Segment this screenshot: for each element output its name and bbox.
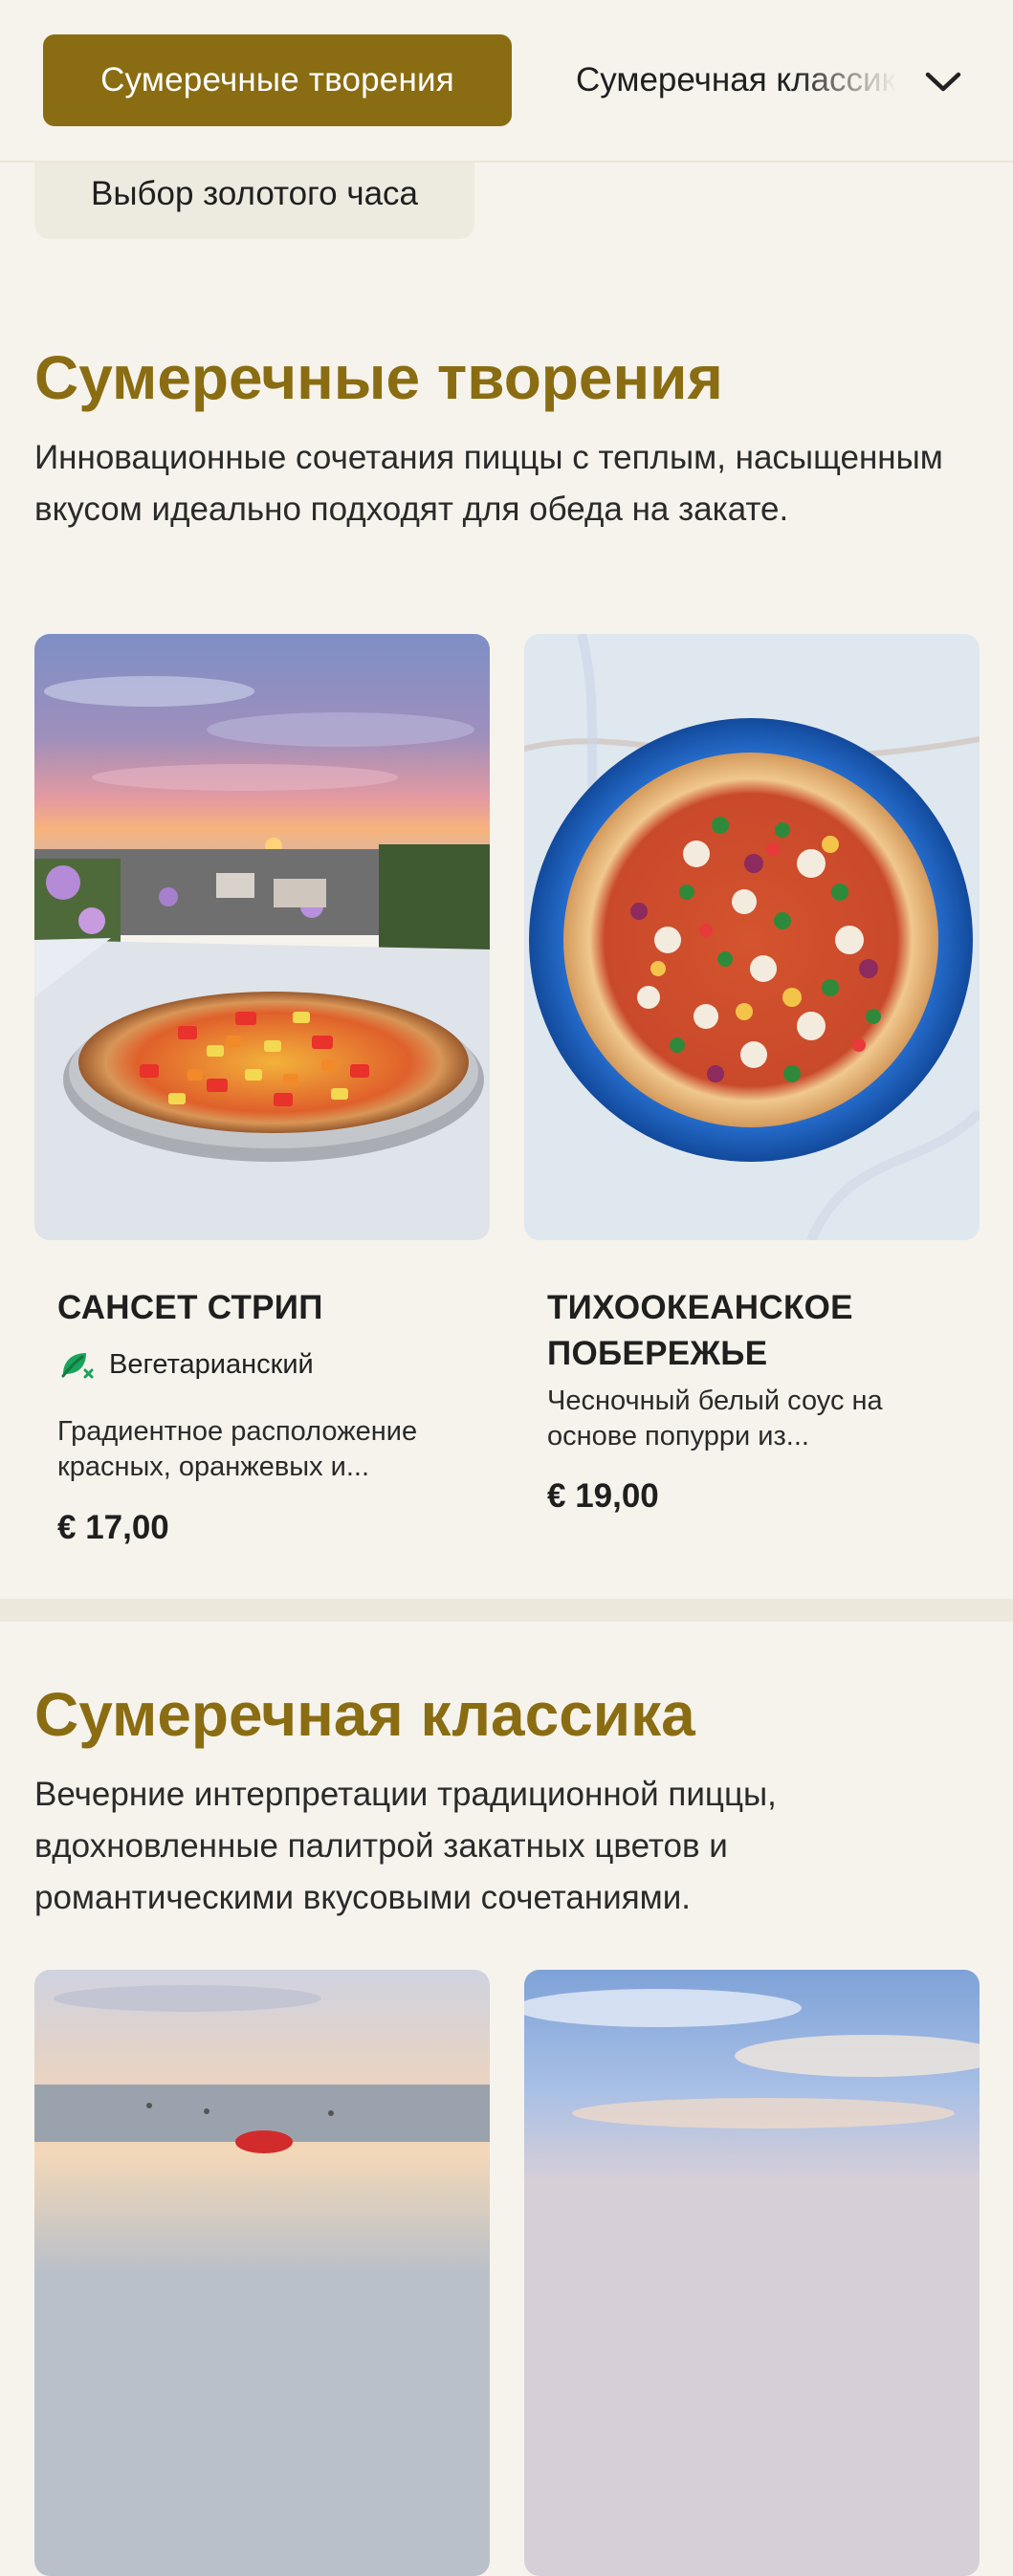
- pizza-image[interactable]: [34, 1970, 490, 2576]
- section-title: Сумеречная классика: [34, 1680, 695, 1749]
- nav-tab-golden-hour-label: Выбор золотого часа: [90, 175, 419, 212]
- product-name[interactable]: САНСЕТ СТРИП: [57, 1285, 323, 1331]
- product-price: € 17,00: [57, 1509, 169, 1546]
- pizza-image[interactable]: [524, 1970, 980, 2576]
- product-price: € 19,00: [547, 1477, 659, 1515]
- section-title: Сумеречные творения: [34, 343, 723, 412]
- diet-label: Вегетарианский: [109, 1348, 314, 1380]
- diet-badge: Вегетарианский: [57, 1345, 314, 1384]
- section-description: Вечерние интерпретации традиционной пицц…: [34, 1776, 777, 1916]
- product-description: Чесночный белый соус на основе попурри и…: [547, 1386, 883, 1452]
- chevron-down-icon[interactable]: [918, 57, 968, 107]
- nav-tab-twilight-creations[interactable]: Сумеречные творения: [43, 34, 512, 126]
- pizza-image-sunset-strip[interactable]: [34, 634, 490, 1240]
- section-description: Инновационные сочетания пиццы с теплым, …: [34, 439, 943, 528]
- section-divider: [0, 1599, 1013, 1622]
- product-name[interactable]: ТИХООКЕАНСКОЕ ПОБЕРЕЖЬЕ: [547, 1285, 949, 1377]
- leaf-icon: [57, 1345, 96, 1384]
- category-nav: Сумеречные творения Сумеречная классика: [0, 0, 1013, 163]
- pizza-image-pacific-coast[interactable]: [524, 634, 980, 1240]
- nav-tab-twilight-classics[interactable]: Сумеречная классика: [576, 34, 897, 126]
- product-description: Градиентное расположение красных, оранже…: [57, 1416, 418, 1482]
